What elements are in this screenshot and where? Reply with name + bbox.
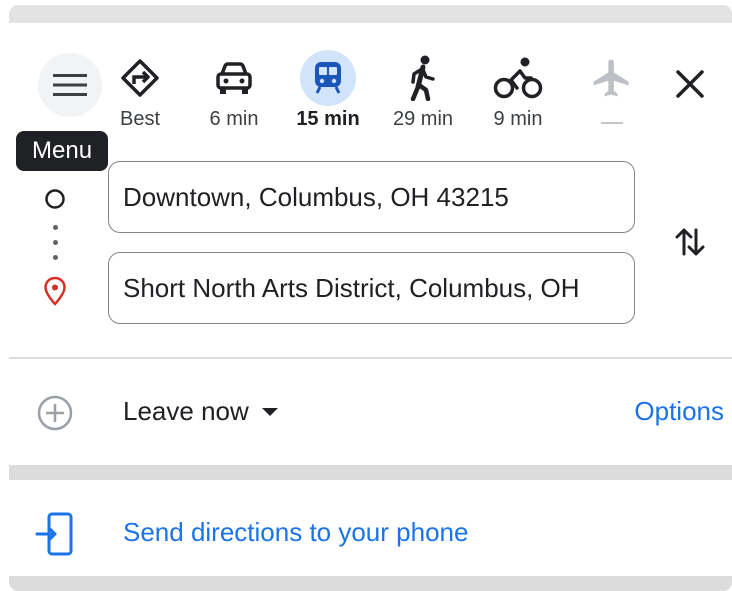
route-dot: [53, 255, 58, 260]
flight-icon: [593, 59, 629, 97]
hamburger-menu-icon: [53, 74, 87, 96]
send-to-phone-icon: [35, 512, 73, 556]
mode-walking[interactable]: 29 min: [383, 52, 463, 131]
directions-panel: Menu Best 6 min 15 min 29 min 9 min Down…: [0, 0, 732, 591]
panel-top-edge: [9, 5, 732, 23]
section-separator-band: [9, 465, 732, 480]
mode-best-label: Best: [119, 108, 161, 130]
send-directions-to-phone-link[interactable]: Send directions to your phone: [123, 517, 468, 548]
departure-label: Leave now: [123, 396, 249, 426]
mode-transit[interactable]: 15 min: [288, 50, 368, 131]
mode-cycling-label: 9 min: [493, 108, 543, 130]
transit-selected-highlight: [300, 50, 356, 106]
mode-transit-label: 15 min: [296, 108, 360, 130]
route-dot: [53, 240, 58, 245]
mode-flight[interactable]: [572, 52, 652, 124]
swap-icon: [675, 228, 705, 256]
mode-cycling[interactable]: 9 min: [478, 52, 558, 131]
destination-input[interactable]: Short North Arts District, Columbus, OH: [108, 252, 635, 324]
mode-driving[interactable]: 6 min: [194, 52, 274, 131]
walking-icon: [410, 55, 435, 101]
options-link[interactable]: Options: [634, 396, 724, 427]
transit-icon: [315, 62, 341, 94]
mode-best[interactable]: Best: [100, 52, 180, 131]
dropdown-arrow-icon: [261, 407, 278, 416]
origin-circle-icon: [45, 189, 65, 209]
bicycle-icon: [493, 57, 543, 99]
panel-bottom-edge: [9, 576, 732, 591]
swap-locations-button[interactable]: [672, 222, 708, 262]
mode-walking-label: 29 min: [392, 108, 454, 130]
origin-input[interactable]: Downtown, Columbus, OH 43215: [108, 161, 635, 233]
mode-driving-label: 6 min: [209, 108, 259, 130]
route-dot: [53, 225, 58, 230]
add-circle-icon: [37, 395, 73, 431]
close-icon: [676, 70, 704, 98]
car-icon: [216, 62, 252, 94]
menu-tooltip: Menu: [16, 131, 109, 171]
close-directions-button[interactable]: [672, 66, 708, 102]
destination-pin-icon: [44, 276, 66, 306]
menu-button[interactable]: [38, 53, 102, 117]
flight-unavailable-dash: [601, 122, 623, 124]
section-divider: [9, 357, 732, 359]
departure-time-dropdown[interactable]: Leave now: [123, 396, 279, 427]
add-destination-button[interactable]: [36, 394, 74, 432]
best-route-icon: [121, 59, 159, 97]
